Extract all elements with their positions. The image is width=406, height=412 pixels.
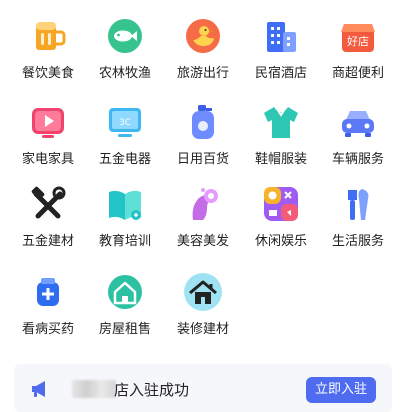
category-label: 房屋租售 [98,322,151,337]
category-daily-goods[interactable]: 日用百货 [163,92,243,172]
home-renovation-icon [184,273,222,311]
category-label: 餐饮美食 [21,66,74,81]
detergent-bottle-icon [192,105,214,139]
category-label: 车辆服务 [331,152,384,167]
category-hotel[interactable]: 民宿酒店 [241,6,321,86]
category-housing[interactable]: 房屋租售 [85,262,165,342]
category-building-materials[interactable]: 五金建材 [8,174,88,254]
category-label: 看病买药 [21,322,74,337]
svg-text:好店: 好店 [347,34,369,48]
blurred-merchant-name [72,380,116,398]
join-success-message: 店入驻成功 [114,381,190,399]
tools-icon [31,186,66,219]
category-supermarket[interactable]: 好店 商超便利 [318,6,398,86]
category-label: 家电家具 [21,152,74,167]
category-leisure[interactable]: 休闲娱乐 [241,174,321,254]
book-icon [109,190,141,220]
category-label: 生活服务 [331,234,384,249]
category-hardware-electric[interactable]: 3C 五金电器 [85,92,165,172]
house-icon [108,275,142,309]
category-life-service[interactable]: 生活服务 [318,174,398,254]
category-label: 鞋帽服装 [254,152,307,167]
category-clothing[interactable]: 鞋帽服装 [241,92,321,172]
category-label: 五金电器 [98,152,151,167]
fish-icon [108,19,142,53]
beer-mug-icon [36,22,66,50]
medicine-icon [37,278,59,306]
building-icon [267,22,296,52]
category-label: 美容美发 [176,234,229,249]
monitor-icon: 3C [109,108,141,137]
car-icon [342,111,374,137]
category-label: 装修建材 [176,322,229,337]
category-medical[interactable]: 看病买药 [8,262,88,342]
category-agriculture[interactable]: 农林牧渔 [85,6,165,86]
category-food[interactable]: 餐饮美食 [8,6,88,86]
beauty-head-icon [192,188,218,220]
category-label: 旅游出行 [176,66,229,81]
repair-tools-icon [348,189,369,220]
category-travel[interactable]: 旅游出行 [163,6,243,86]
tv-icon [32,108,64,138]
category-label: 五金建材 [21,234,74,249]
category-label: 民宿酒店 [254,66,307,81]
category-beauty-hair[interactable]: 美容美发 [163,174,243,254]
shirt-icon [264,106,298,138]
svg-text:3C: 3C [119,118,131,128]
category-label: 休闲娱乐 [254,234,307,249]
category-education[interactable]: 教育培训 [85,174,165,254]
leisure-icon [264,187,298,221]
category-label: 教育培训 [98,234,151,249]
join-now-button[interactable]: 立即入驻 [306,377,376,403]
category-vehicle-service[interactable]: 车辆服务 [318,92,398,172]
category-label: 日用百货 [176,152,229,167]
category-label: 农林牧渔 [98,66,151,81]
category-label: 商超便利 [331,66,384,81]
duck-icon [186,19,220,53]
shop-icon: 好店 [341,24,375,52]
merchant-join-banner: 店入驻成功 立即入驻 [14,364,392,412]
category-appliances-furniture[interactable]: 家电家具 [8,92,88,172]
category-renovation[interactable]: 装修建材 [163,262,243,342]
megaphone-icon [32,381,45,397]
